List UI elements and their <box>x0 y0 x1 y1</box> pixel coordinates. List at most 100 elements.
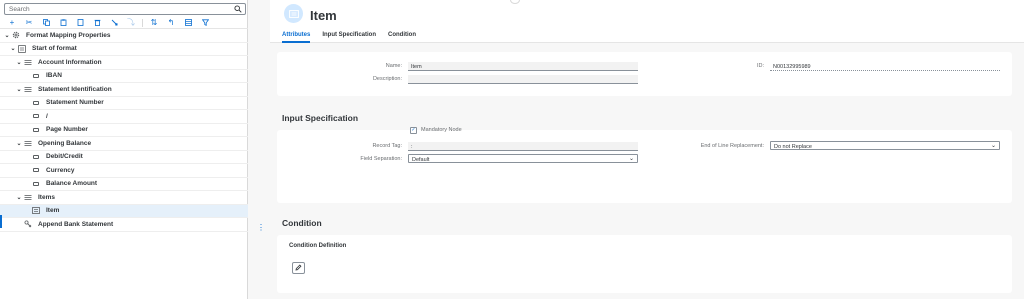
chevron-down-icon[interactable]: ⌄ <box>15 140 23 147</box>
object-header: ⌃ Item Attributes Input Specification Co… <box>270 0 1024 43</box>
move-icon[interactable] <box>108 18 120 28</box>
tree-row-label: Start of format <box>32 45 77 53</box>
field-icon <box>31 180 41 188</box>
chevron-down-icon[interactable]: ⌄ <box>15 194 23 201</box>
pencil-icon <box>295 264 302 273</box>
field-icon <box>31 72 41 80</box>
structure-tree-panel: + ✂ ⤵ ⇅ ↰ ⌄ Format Mapping Properties ⌄ … <box>0 0 248 299</box>
toolbar-divider <box>142 18 143 27</box>
duplicate-icon[interactable] <box>74 18 86 28</box>
tree-row-label: Balance Amount <box>46 180 98 188</box>
tree-row-label: Append Bank Statement <box>38 220 114 228</box>
attributes-card <box>277 52 1012 96</box>
chevron-down-icon[interactable]: ⌄ <box>991 142 996 149</box>
id-label: ID: <box>756 63 764 69</box>
tree-toolbar: + ✂ ⤵ ⇅ ↰ <box>0 17 248 29</box>
chevron-down-icon[interactable]: ⌄ <box>629 155 634 162</box>
expand-icon[interactable]: ↰ <box>165 18 177 28</box>
tree-row-label: Currency <box>46 166 75 174</box>
field-icon <box>31 166 41 174</box>
condition-definition-label: Condition Definition <box>289 243 347 249</box>
end-of-line-value: Do not Replace <box>774 143 812 150</box>
group-icon <box>17 44 27 53</box>
name-field[interactable]: Item <box>408 62 638 71</box>
list-icon <box>23 193 33 201</box>
add-icon[interactable]: + <box>6 18 18 28</box>
selection-indicator <box>0 215 2 228</box>
tree-row-account-information[interactable]: ⌄ Account Information <box>0 56 248 70</box>
tree-row-slash[interactable]: / <box>0 110 248 124</box>
tree-row-label: / <box>46 112 48 120</box>
chevron-down-icon[interactable]: ⌄ <box>15 86 23 93</box>
condition-heading: Condition <box>282 218 322 228</box>
record-tag-field[interactable]: : <box>408 142 638 151</box>
input-specification-heading: Input Specification <box>282 113 359 123</box>
tree-row-label: IBAN <box>46 72 62 80</box>
tree-row-label: Statement Number <box>46 99 104 107</box>
tree-row-label: Item <box>46 207 60 215</box>
tab-condition[interactable]: Condition <box>388 32 416 43</box>
field-icon <box>31 112 41 120</box>
copy-icon[interactable] <box>40 18 52 28</box>
avatar <box>284 4 303 23</box>
record-tag-label: Record Tag: <box>372 143 402 149</box>
collapse-header-icon[interactable]: ⌃ <box>510 0 520 4</box>
tree-row-item[interactable]: Item <box>0 204 248 218</box>
tab-attributes[interactable]: Attributes <box>282 32 311 43</box>
tree-row-label: Debit/Credit <box>46 153 83 161</box>
move-down-icon[interactable]: ⤵ <box>125 18 137 28</box>
paste-icon[interactable] <box>57 18 69 28</box>
field-icon <box>31 99 41 107</box>
chevron-down-icon[interactable]: ⌄ <box>15 59 23 66</box>
delete-icon[interactable] <box>91 18 103 28</box>
detail-panel: ⌃ Item Attributes Input Specification Co… <box>270 0 1024 299</box>
tree-row-label: Statement Identification <box>38 85 112 93</box>
append-icon <box>23 220 33 228</box>
tree-row-currency[interactable]: Currency <box>0 164 248 178</box>
tree-row-opening-balance[interactable]: ⌄ Opening Balance <box>0 137 248 151</box>
field-separation-label: Field Separation: <box>360 156 402 162</box>
tree-row-label: Account Information <box>38 58 102 66</box>
tree-row-label: Items <box>38 193 55 201</box>
tree-row-statement-number[interactable]: Statement Number <box>0 97 248 110</box>
tab-bar: Attributes Input Specification Condition <box>282 32 428 43</box>
field-separation-select[interactable]: Default ⌄ <box>408 154 638 163</box>
tab-input-specification[interactable]: Input Specification <box>322 32 376 43</box>
end-of-line-select[interactable]: Do not Replace ⌄ <box>770 141 1000 150</box>
format-tree: ⌄ Format Mapping Properties ⌄ Start of f… <box>0 29 248 232</box>
list-icon <box>23 139 33 147</box>
tree-row-items[interactable]: ⌄ Items <box>0 191 248 205</box>
tree-row-balance-amount[interactable]: Balance Amount <box>0 178 248 191</box>
splitter-handle-icon[interactable]: ⋮ <box>257 223 265 232</box>
mandatory-node-checkbox[interactable]: ✓ <box>410 127 417 134</box>
search-field[interactable] <box>4 3 246 15</box>
search-input[interactable] <box>5 4 225 14</box>
edit-condition-button[interactable] <box>292 262 305 274</box>
chevron-down-icon[interactable]: ⌄ <box>3 32 11 39</box>
list-icon <box>23 85 33 93</box>
search-icon[interactable] <box>234 5 242 15</box>
tree-row-append-bank-statement[interactable]: Append Bank Statement <box>0 218 248 232</box>
tree-row-start-of-format[interactable]: ⌄ Start of format <box>0 43 248 56</box>
mandatory-node-label: Mandatory Node <box>421 127 462 133</box>
cut-icon[interactable]: ✂ <box>23 18 35 28</box>
tree-row-format-mapping-properties[interactable]: ⌄ Format Mapping Properties <box>0 29 248 43</box>
chevron-down-icon[interactable]: ⌄ <box>9 45 17 52</box>
field-separation-value: Default <box>412 156 430 163</box>
tree-row-debit-credit[interactable]: Debit/Credit <box>0 151 248 164</box>
tree-row-label: Format Mapping Properties <box>26 31 111 39</box>
name-label: Name: <box>385 63 402 69</box>
description-label: Description: <box>372 76 402 82</box>
sort-ascending-icon[interactable]: ⇅ <box>148 18 160 28</box>
table-icon[interactable] <box>182 18 194 28</box>
gear-icon <box>11 31 21 39</box>
filter-icon[interactable] <box>199 18 211 28</box>
description-field[interactable] <box>408 75 638 84</box>
field-icon <box>31 126 41 134</box>
list-icon <box>31 207 41 215</box>
tree-row-statement-identification[interactable]: ⌄ Statement Identification <box>0 83 248 97</box>
condition-card <box>277 235 1012 293</box>
tree-row-iban[interactable]: IBAN <box>0 70 248 83</box>
tree-row-page-number[interactable]: Page Number <box>0 124 248 137</box>
field-icon <box>31 153 41 161</box>
